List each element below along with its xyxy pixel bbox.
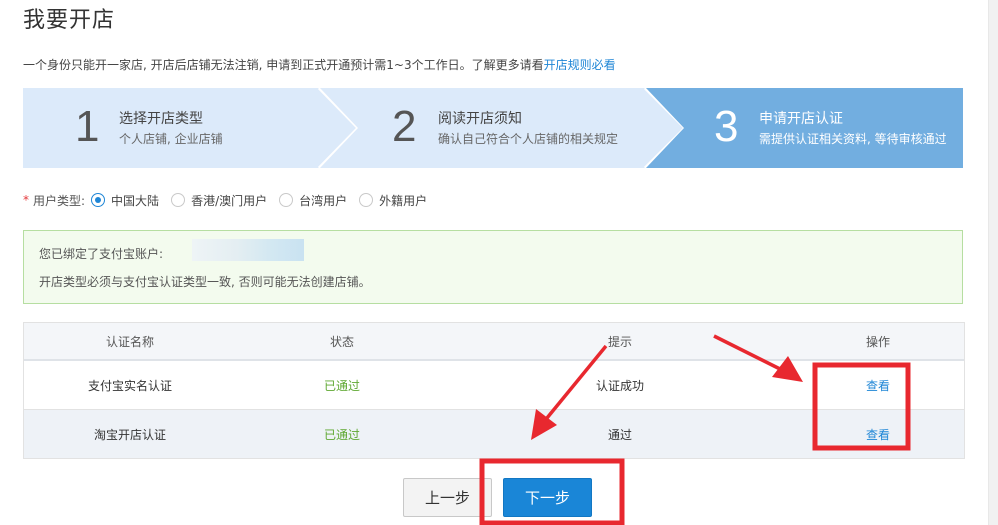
- radio-label: 香港/澳门用户: [191, 193, 268, 208]
- step-3: 3 申请开店认证 需提供认证相关资料, 等待审核通过: [646, 88, 963, 168]
- auth-name: 淘宝开店认证: [93, 427, 166, 442]
- auth-hint: 认证成功: [595, 378, 644, 393]
- radio-label: 外籍用户: [379, 193, 428, 208]
- radio-unchecked-icon[interactable]: [279, 193, 294, 207]
- step-number: 1: [75, 102, 100, 151]
- step-desc: 确认自己符合个人店铺的相关规定: [438, 132, 619, 146]
- auth-status: 已通过: [323, 378, 360, 393]
- step-progress: 1 选择开店类型 个人店铺, 企业店铺 2 阅读开店须知 确认自己符合个人店铺的…: [23, 88, 963, 168]
- radio-hk-macau[interactable]: 香港/澳门用户: [171, 192, 267, 209]
- view-link[interactable]: 查看: [866, 428, 890, 442]
- table-row: 淘宝开店认证 已通过 通过 查看: [24, 410, 964, 459]
- step-1: 1 选择开店类型 个人店铺, 企业店铺: [23, 88, 358, 168]
- prev-step-button[interactable]: 上一步: [403, 478, 492, 517]
- header-hint: 提示: [607, 334, 632, 349]
- radio-foreign[interactable]: 外籍用户: [359, 192, 427, 209]
- radio-mainland[interactable]: 中国大陆: [91, 192, 159, 209]
- user-type-label: 用户类型:: [33, 193, 86, 208]
- alert-warning-text: 开店类型必须与支付宝认证类型一致, 否则可能无法创建店铺。: [39, 275, 371, 289]
- radio-label: 台湾用户: [299, 193, 348, 208]
- auth-hint: 通过: [607, 427, 632, 442]
- radio-label: 中国大陆: [111, 193, 160, 208]
- auth-status: 已通过: [323, 427, 360, 442]
- required-mark: *: [23, 193, 29, 207]
- step-number: 2: [392, 102, 417, 151]
- alipay-alert: 您已绑定了支付宝账户: 开店类型必须与支付宝认证类型一致, 否则可能无法创建店铺…: [23, 230, 963, 304]
- alipay-bound-text: 您已绑定了支付宝账户:: [39, 247, 164, 261]
- page-scrollbar[interactable]: [988, 0, 998, 525]
- radio-unchecked-icon[interactable]: [359, 193, 374, 207]
- radio-taiwan[interactable]: 台湾用户: [279, 192, 347, 209]
- auth-table: 认证名称 状态 提示 操作 支付宝实名认证 已通过 认证成功 查看 淘宝开店认证…: [23, 322, 965, 459]
- page-title: 我要开店: [23, 8, 116, 33]
- shop-rules-link[interactable]: 开店规则必看: [544, 58, 616, 72]
- table-row: 支付宝实名认证 已通过 认证成功 查看: [24, 361, 964, 410]
- step-desc: 需提供认证相关资料, 等待审核通过: [759, 132, 947, 146]
- auth-name: 支付宝实名认证: [87, 378, 172, 393]
- header-status: 状态: [329, 334, 354, 349]
- notice-body: 一个身份只能开一家店, 开店后店铺无法注销, 申请到正式开通预计需1~3个工作日…: [23, 58, 544, 72]
- radio-unchecked-icon[interactable]: [171, 193, 186, 207]
- header-action: 操作: [865, 334, 890, 349]
- step-desc: 个人店铺, 企业店铺: [119, 132, 223, 146]
- view-link[interactable]: 查看: [866, 379, 890, 393]
- header-name: 认证名称: [105, 334, 154, 349]
- step-number: 3: [714, 102, 739, 151]
- table-header: 认证名称 状态 提示 操作: [24, 323, 964, 361]
- step-title: 申请开店认证: [759, 111, 843, 127]
- redacted-account: [192, 239, 304, 261]
- next-step-button[interactable]: 下一步: [503, 478, 592, 517]
- step-title: 阅读开店须知: [438, 111, 522, 127]
- step-2: 2 阅读开店须知 确认自己符合个人店铺的相关规定: [320, 88, 685, 168]
- radio-checked-icon[interactable]: [91, 193, 106, 207]
- step-title: 选择开店类型: [119, 111, 203, 127]
- user-type-group: * 用户类型: 中国大陆 香港/澳门用户 台湾用户 外籍用户: [23, 190, 439, 210]
- notice-text: 一个身份只能开一家店, 开店后店铺无法注销, 申请到正式开通预计需1~3个工作日…: [23, 56, 616, 73]
